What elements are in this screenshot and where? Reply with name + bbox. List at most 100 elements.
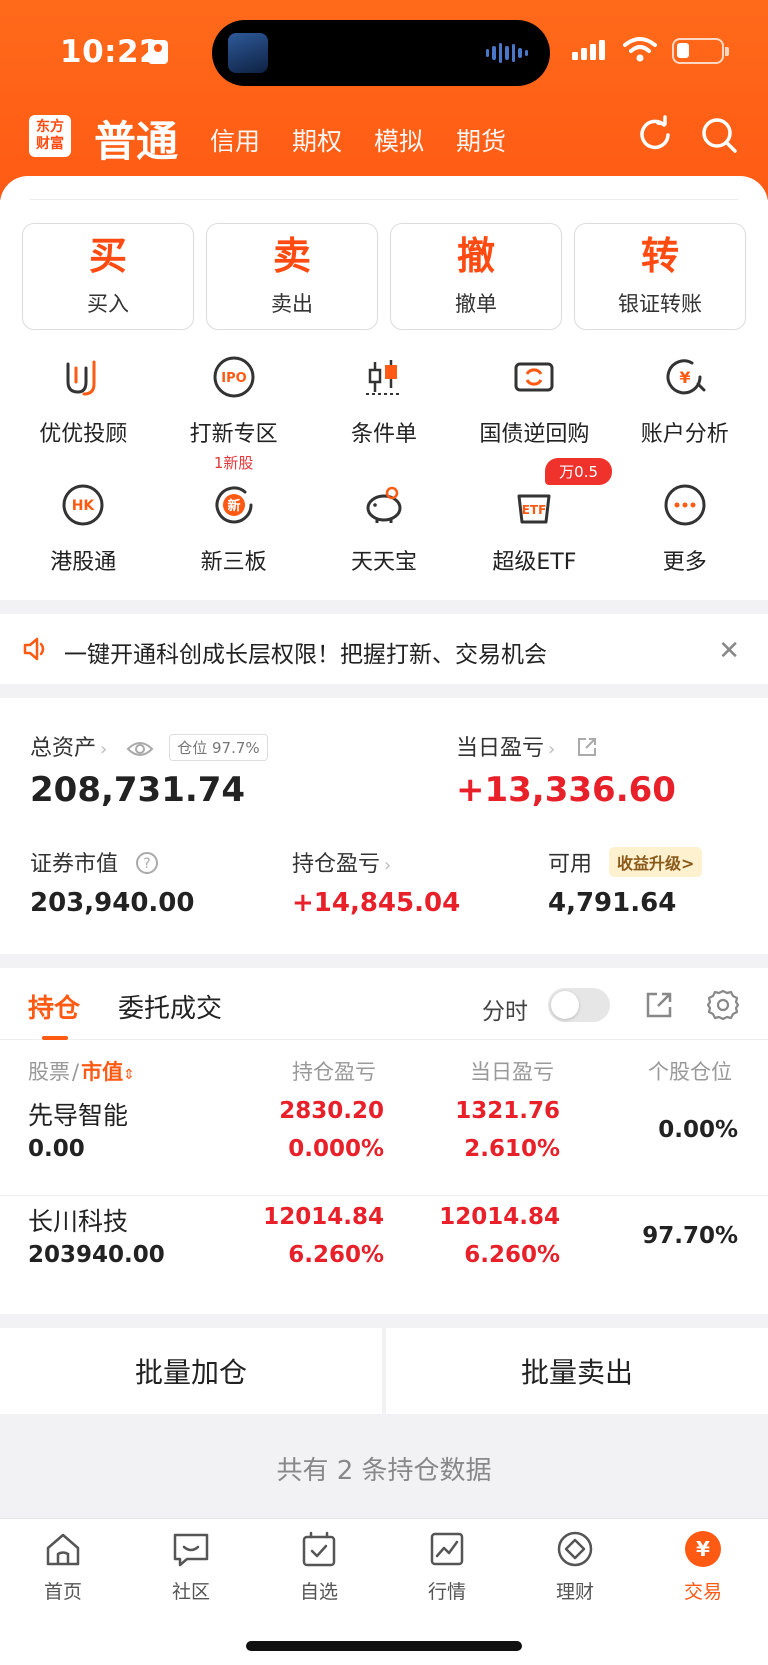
logo-line-1: 东方	[36, 119, 64, 135]
tab-orders[interactable]: 委托成交	[118, 988, 222, 1025]
checklist-icon	[302, 1531, 336, 1567]
available-label: 可用	[548, 852, 593, 877]
nav-label: 理财	[555, 1581, 594, 1603]
piggy-bank-icon	[366, 486, 402, 523]
album-art-icon	[228, 33, 268, 73]
search-icon[interactable]	[698, 114, 740, 156]
grid-label: 打新专区	[189, 422, 278, 447]
positions-tabs: 持仓 委托成交 分时	[0, 968, 768, 1040]
sort-icon: ⇕	[123, 1067, 135, 1083]
close-icon[interactable]: ✕	[718, 636, 740, 666]
nav-trade[interactable]: ¥ 交易	[658, 1529, 748, 1604]
column-weight[interactable]: 个股仓位	[648, 1056, 732, 1086]
tab-simulation[interactable]: 模拟	[374, 122, 424, 158]
holding-pl-value: +14,845.04	[292, 888, 461, 918]
svg-text:¥: ¥	[696, 1537, 710, 1561]
share-icon[interactable]	[644, 990, 674, 1020]
daily-pl: 12014.84	[439, 1204, 560, 1230]
grid-item-account-analysis[interactable]: ¥ 账户分析	[610, 350, 760, 478]
refresh-icon[interactable]	[634, 114, 676, 156]
trade-yuan-icon: ¥	[685, 1531, 721, 1567]
nav-label: 首页	[43, 1581, 82, 1603]
grid-label: 天天宝	[350, 550, 417, 575]
bank-transfer-button[interactable]: 转 银证转账	[574, 223, 746, 330]
svg-text:¥: ¥	[679, 368, 690, 387]
holding-pl-pct: 0.000%	[288, 1136, 384, 1162]
primary-actions: 买 买入 卖 卖出 撤 撤单 转 银证转账	[22, 223, 746, 330]
dynamic-island[interactable]	[212, 20, 550, 86]
asset-summary: 总资产 › 仓位 97.7% 208,731.74 当日盈亏 › +13,336.6…	[0, 698, 768, 954]
grid-item-more[interactable]: 更多	[610, 478, 760, 606]
tab-normal[interactable]: 普通	[94, 108, 178, 169]
eastmoney-logo[interactable]: 东方 财富	[29, 115, 71, 157]
holding-pl-pct: 6.260%	[288, 1242, 384, 1268]
logo-line-2: 财富	[36, 136, 64, 152]
grid-item-hk-connect[interactable]: HK 港股通	[8, 478, 158, 606]
tab-holdings[interactable]: 持仓	[28, 988, 80, 1025]
tab-options[interactable]: 期权	[292, 122, 342, 158]
cancel-glyph: 撤	[456, 234, 495, 278]
holding-pl-row[interactable]: 持仓盈亏 ›	[292, 846, 391, 878]
nav-home[interactable]: 首页	[18, 1529, 108, 1604]
cancel-order-button[interactable]: 撤 撤单	[390, 223, 562, 330]
grid-item-neeq[interactable]: 新 新三板	[158, 478, 308, 606]
audio-wave-icon	[486, 42, 528, 64]
column-daily-pl[interactable]: 当日盈亏	[470, 1056, 554, 1086]
eye-icon[interactable]	[126, 739, 154, 759]
notice-bar[interactable]: 一键开通科创成长层权限！把握打新、交易机会 ✕	[0, 614, 768, 684]
sell-button[interactable]: 卖 卖出	[206, 223, 378, 330]
position-weight: 0.00%	[658, 1117, 738, 1143]
header: 10:22 东方 财富 普通 信用 期权 模拟 期货	[0, 0, 768, 200]
neeq-icon: 新	[215, 486, 253, 524]
grid-label: 优优投顾	[39, 422, 128, 447]
available-row: 可用 收益升级>	[548, 846, 703, 878]
total-assets-row[interactable]: 总资产 › 仓位 97.7%	[30, 730, 268, 762]
position-ratio-badge: 仓位 97.7%	[169, 734, 268, 761]
table-row[interactable]: 先导智能 0.00 2830.20 0.000% 1321.76 2.610% …	[0, 1090, 768, 1196]
grid-label: 新三板	[200, 550, 267, 575]
diamond-icon	[557, 1531, 593, 1567]
external-link-icon[interactable]	[576, 736, 598, 758]
etf-fee-badge: 万0.5	[545, 458, 613, 485]
column-stock[interactable]: 股票/市值⇕	[28, 1056, 135, 1086]
yield-upgrade-badge[interactable]: 收益升级>	[609, 847, 703, 877]
svg-text:?: ?	[143, 856, 150, 872]
grid-item-etf[interactable]: 万0.5 ETF 超级ETF	[459, 458, 613, 606]
nav-market[interactable]: 行情	[402, 1529, 492, 1604]
nav-wealth[interactable]: 理财	[530, 1529, 620, 1604]
stock-market-value: 0.00	[28, 1136, 85, 1162]
feature-grid: 优优投顾 IPO 打新专区 1新股 条件单 国债逆回购 ¥ 账户分析 HK 港股…	[8, 350, 760, 606]
intraday-toggle[interactable]	[548, 988, 610, 1022]
batch-add-button[interactable]: 批量加仓	[0, 1328, 382, 1414]
grid-item-advisor[interactable]: 优优投顾	[8, 350, 158, 478]
daily-pl-row[interactable]: 当日盈亏 ›	[456, 730, 598, 762]
buy-button[interactable]: 买 买入	[22, 223, 194, 330]
wifi-icon	[623, 37, 657, 62]
batch-sell-button[interactable]: 批量卖出	[386, 1328, 768, 1414]
account-analysis-icon: ¥	[666, 359, 706, 395]
account-type-nav: 东方 财富 普通 信用 期权 模拟 期货	[0, 108, 768, 168]
grid-item-conditional-order[interactable]: 条件单	[309, 350, 459, 478]
nav-community[interactable]: 社区	[146, 1529, 236, 1604]
help-icon[interactable]: ?	[135, 851, 159, 875]
grid-label: 更多	[662, 550, 707, 575]
svg-text:新: 新	[227, 498, 240, 514]
stock-name: 先导智能	[28, 1101, 129, 1130]
hk-connect-icon: HK	[62, 484, 104, 526]
grid-item-ipo[interactable]: IPO 打新专区 1新股	[158, 350, 308, 478]
tab-futures[interactable]: 期货	[456, 122, 506, 158]
market-value: 203,940.00	[30, 888, 195, 918]
id-card-icon	[148, 40, 168, 64]
home-indicator[interactable]	[246, 1641, 522, 1651]
active-tab-indicator	[42, 1036, 68, 1040]
column-holding-pl[interactable]: 持仓盈亏	[292, 1056, 376, 1086]
transfer-label: 银证转账	[618, 292, 702, 316]
nav-watchlist[interactable]: 自选	[274, 1529, 364, 1604]
tab-credit[interactable]: 信用	[210, 122, 260, 158]
gear-icon[interactable]	[706, 988, 740, 1022]
table-row[interactable]: 长川科技 203940.00 12014.84 6.260% 12014.84 …	[0, 1196, 768, 1302]
stock-name: 长川科技	[28, 1207, 129, 1236]
grid-item-piggy-bank[interactable]: 天天宝	[309, 478, 459, 606]
chart-icon	[430, 1532, 464, 1566]
status-time: 10:22	[60, 34, 162, 70]
